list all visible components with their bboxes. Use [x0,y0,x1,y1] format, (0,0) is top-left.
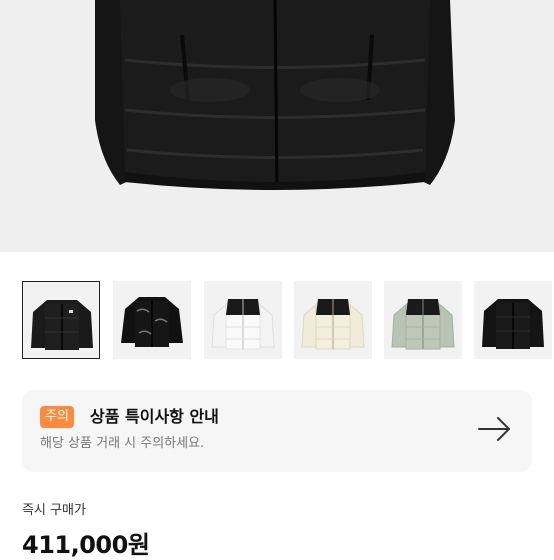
notice-title: 상품 특이사항 안내 [90,407,219,426]
jacket-photo-icon [95,0,455,190]
instant-buy-price: 411,000원 [22,531,150,559]
glossy-black-puffer-thumbnail-icon [121,297,183,347]
thumbnail-1[interactable] [22,281,100,359]
thumbnail-2[interactable] [113,281,191,359]
notice-subtitle: 해당 상품 거래 시 주의하세요. [40,436,205,451]
instant-buy-price-label: 즉시 구매가 [22,503,86,518]
thumbnail-3[interactable] [204,281,282,359]
black-puffer-thumbnail-icon [482,299,544,349]
sage-black-puffer-thumbnail-icon [391,299,455,350]
black-puffer-thumbnail-icon [31,300,93,350]
caution-badge: 주의 [40,406,74,428]
thumbnail-6[interactable] [474,281,552,359]
cream-black-puffer-thumbnail-icon [301,299,365,350]
product-notice-card[interactable]: 주의 상품 특이사항 안내 해당 상품 거래 시 주의하세요. [22,390,532,472]
white-black-puffer-thumbnail-icon [211,299,275,350]
thumbnail-5[interactable] [384,281,462,359]
thumbnail-strip [0,281,554,361]
arrow-right-icon[interactable] [477,415,513,443]
thumbnail-4[interactable] [294,281,372,359]
product-hero-image [0,0,554,252]
